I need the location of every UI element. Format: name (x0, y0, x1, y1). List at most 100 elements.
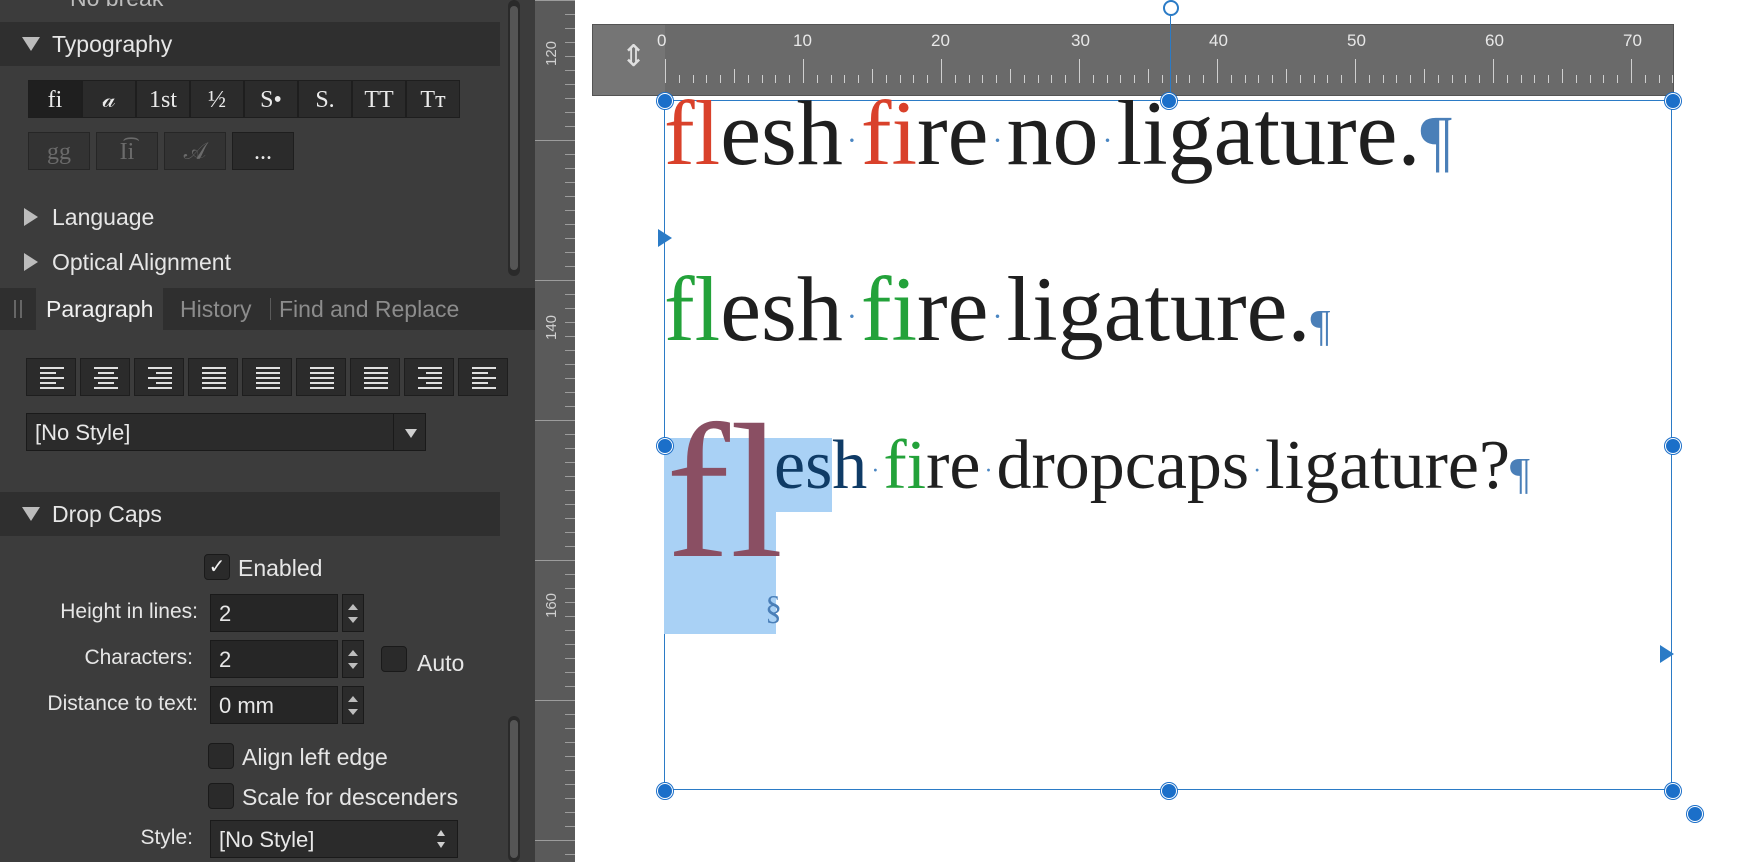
align-away-spine-button[interactable] (458, 358, 508, 396)
typography-button-3[interactable]: ½ (190, 80, 244, 118)
lower-scrollbar-thumb[interactable] (510, 720, 518, 858)
height-field[interactable]: 2 (210, 594, 338, 632)
ligature-fl-green: fl (664, 258, 721, 360)
align-left-button[interactable] (26, 358, 76, 396)
align-line (148, 387, 172, 389)
typography-button-extra-3[interactable]: ... (232, 132, 294, 170)
distance-field[interactable]: 0 mm (210, 686, 338, 724)
paragraph-style-select[interactable]: [No Style] (26, 413, 426, 451)
ruler-tick (1465, 75, 1467, 83)
text-line-1[interactable]: flesh ·fire ·no ·ligature.¶ (664, 80, 1452, 186)
height-stepper[interactable] (342, 594, 364, 632)
align-line (94, 367, 118, 369)
typography-button-2[interactable]: 1st (136, 80, 190, 118)
typography-header[interactable]: Typography (0, 22, 500, 66)
space-dot: · (992, 300, 1003, 333)
distance-label: Distance to text: (47, 692, 198, 715)
word-ligature: ligature? (1265, 427, 1511, 504)
stepper-up-icon[interactable] (348, 650, 358, 656)
justify-all-button[interactable] (350, 358, 400, 396)
ruler-label: 30 (1071, 31, 1090, 50)
ruler-tick (565, 770, 575, 771)
resize-handle-bl[interactable] (657, 783, 673, 799)
typography-button-extra-0[interactable]: gg (28, 132, 90, 170)
ruler-tick (565, 154, 575, 155)
typography-button-0[interactable]: fi (28, 80, 82, 118)
align-line (148, 377, 172, 379)
resize-handle-br[interactable] (1665, 783, 1681, 799)
justify-center-button[interactable] (242, 358, 292, 396)
word-re: re (917, 258, 989, 360)
typography-button-4[interactable]: S• (244, 80, 298, 118)
resize-handle-r[interactable] (1665, 438, 1681, 454)
stepper-down-icon[interactable] (348, 617, 358, 623)
characters-field[interactable]: 2 (210, 640, 338, 678)
justify-right-button[interactable] (296, 358, 346, 396)
no-break-label: No break (70, 0, 163, 18)
typography-button-6[interactable]: TT (352, 80, 406, 118)
stepper-up-icon[interactable] (348, 604, 358, 610)
lower-scrollbar[interactable] (508, 716, 520, 862)
drop-cap-style-select[interactable]: [No Style] (210, 820, 458, 858)
typography-button-extra-1[interactable]: I͡i (96, 132, 158, 170)
align-towards-spine-button[interactable] (404, 358, 454, 396)
typography-button-7[interactable]: Tт (406, 80, 460, 118)
link-frame-handle[interactable] (1687, 806, 1703, 822)
section-mark-icon: § (765, 590, 782, 627)
typography-button-5[interactable]: S. (298, 80, 352, 118)
ruler-tick (565, 252, 575, 253)
align-line (472, 377, 496, 379)
align-line (418, 367, 442, 369)
align-line (40, 367, 64, 369)
ruler-tick (565, 448, 575, 449)
align-right-button[interactable] (134, 358, 184, 396)
overflow-marker-icon[interactable] (1660, 645, 1674, 663)
align-left-edge-checkbox[interactable] (208, 743, 234, 769)
resize-handle-tl[interactable] (657, 93, 673, 109)
ruler-tick (565, 434, 575, 435)
ruler-tick (1534, 75, 1536, 83)
align-line (256, 387, 280, 389)
justify-left-button[interactable] (188, 358, 238, 396)
dropcap-fl[interactable]: fl (666, 396, 783, 588)
tab-paragraph[interactable]: Paragraph (36, 288, 164, 330)
typography-button-1[interactable]: 𝒶 (82, 80, 136, 118)
ruler-tick (565, 714, 575, 715)
scale-descenders-checkbox[interactable] (208, 783, 234, 809)
language-section[interactable]: Language (0, 197, 154, 237)
resize-handle-l[interactable] (657, 438, 673, 454)
ruler-tick (565, 378, 575, 379)
ruler-guide-handle[interactable] (1163, 0, 1179, 16)
ruler-tick (565, 518, 575, 519)
ruler-tick (1617, 75, 1619, 83)
stepper-down-icon[interactable] (348, 709, 358, 715)
stepper-up-icon[interactable] (348, 696, 358, 702)
ruler-tick (565, 182, 575, 183)
align-center-button[interactable] (80, 358, 130, 396)
distance-stepper[interactable] (342, 686, 364, 724)
resize-handle-tr[interactable] (1665, 93, 1681, 109)
upper-scrollbar[interactable] (508, 0, 520, 276)
text-line-3[interactable]: esh ·fire ·dropcaps ·ligature?¶ (774, 426, 1530, 506)
optical-alignment-section[interactable]: Optical Alignment (0, 242, 231, 282)
tab-history[interactable]: History (180, 288, 252, 330)
text-line-2[interactable]: flesh ·fire ·ligature.¶ (664, 256, 1330, 362)
characters-stepper[interactable] (342, 640, 364, 678)
auto-checkbox[interactable] (381, 646, 407, 672)
space-dot: · (1253, 458, 1262, 484)
word-re: re (926, 427, 981, 504)
drop-caps-header[interactable]: Drop Caps (0, 492, 500, 536)
tab-find-replace[interactable]: Find and Replace (279, 288, 459, 330)
ruler-corner[interactable]: ⇕ (593, 25, 665, 95)
ruler-tick (565, 364, 575, 365)
typography-button-extra-2[interactable]: 𝒜 (164, 132, 226, 170)
ruler-tick (1575, 75, 1577, 83)
resize-handle-b[interactable] (1161, 783, 1177, 799)
stepper-down-icon[interactable] (348, 663, 358, 669)
height-label: Height in lines: (60, 600, 198, 623)
enabled-checkbox[interactable]: ✓ (204, 554, 230, 580)
indent-marker-icon[interactable] (658, 229, 672, 247)
resize-handle-t[interactable] (1161, 93, 1177, 109)
upper-scrollbar-thumb[interactable] (510, 6, 518, 270)
ruler-tick (565, 196, 575, 197)
